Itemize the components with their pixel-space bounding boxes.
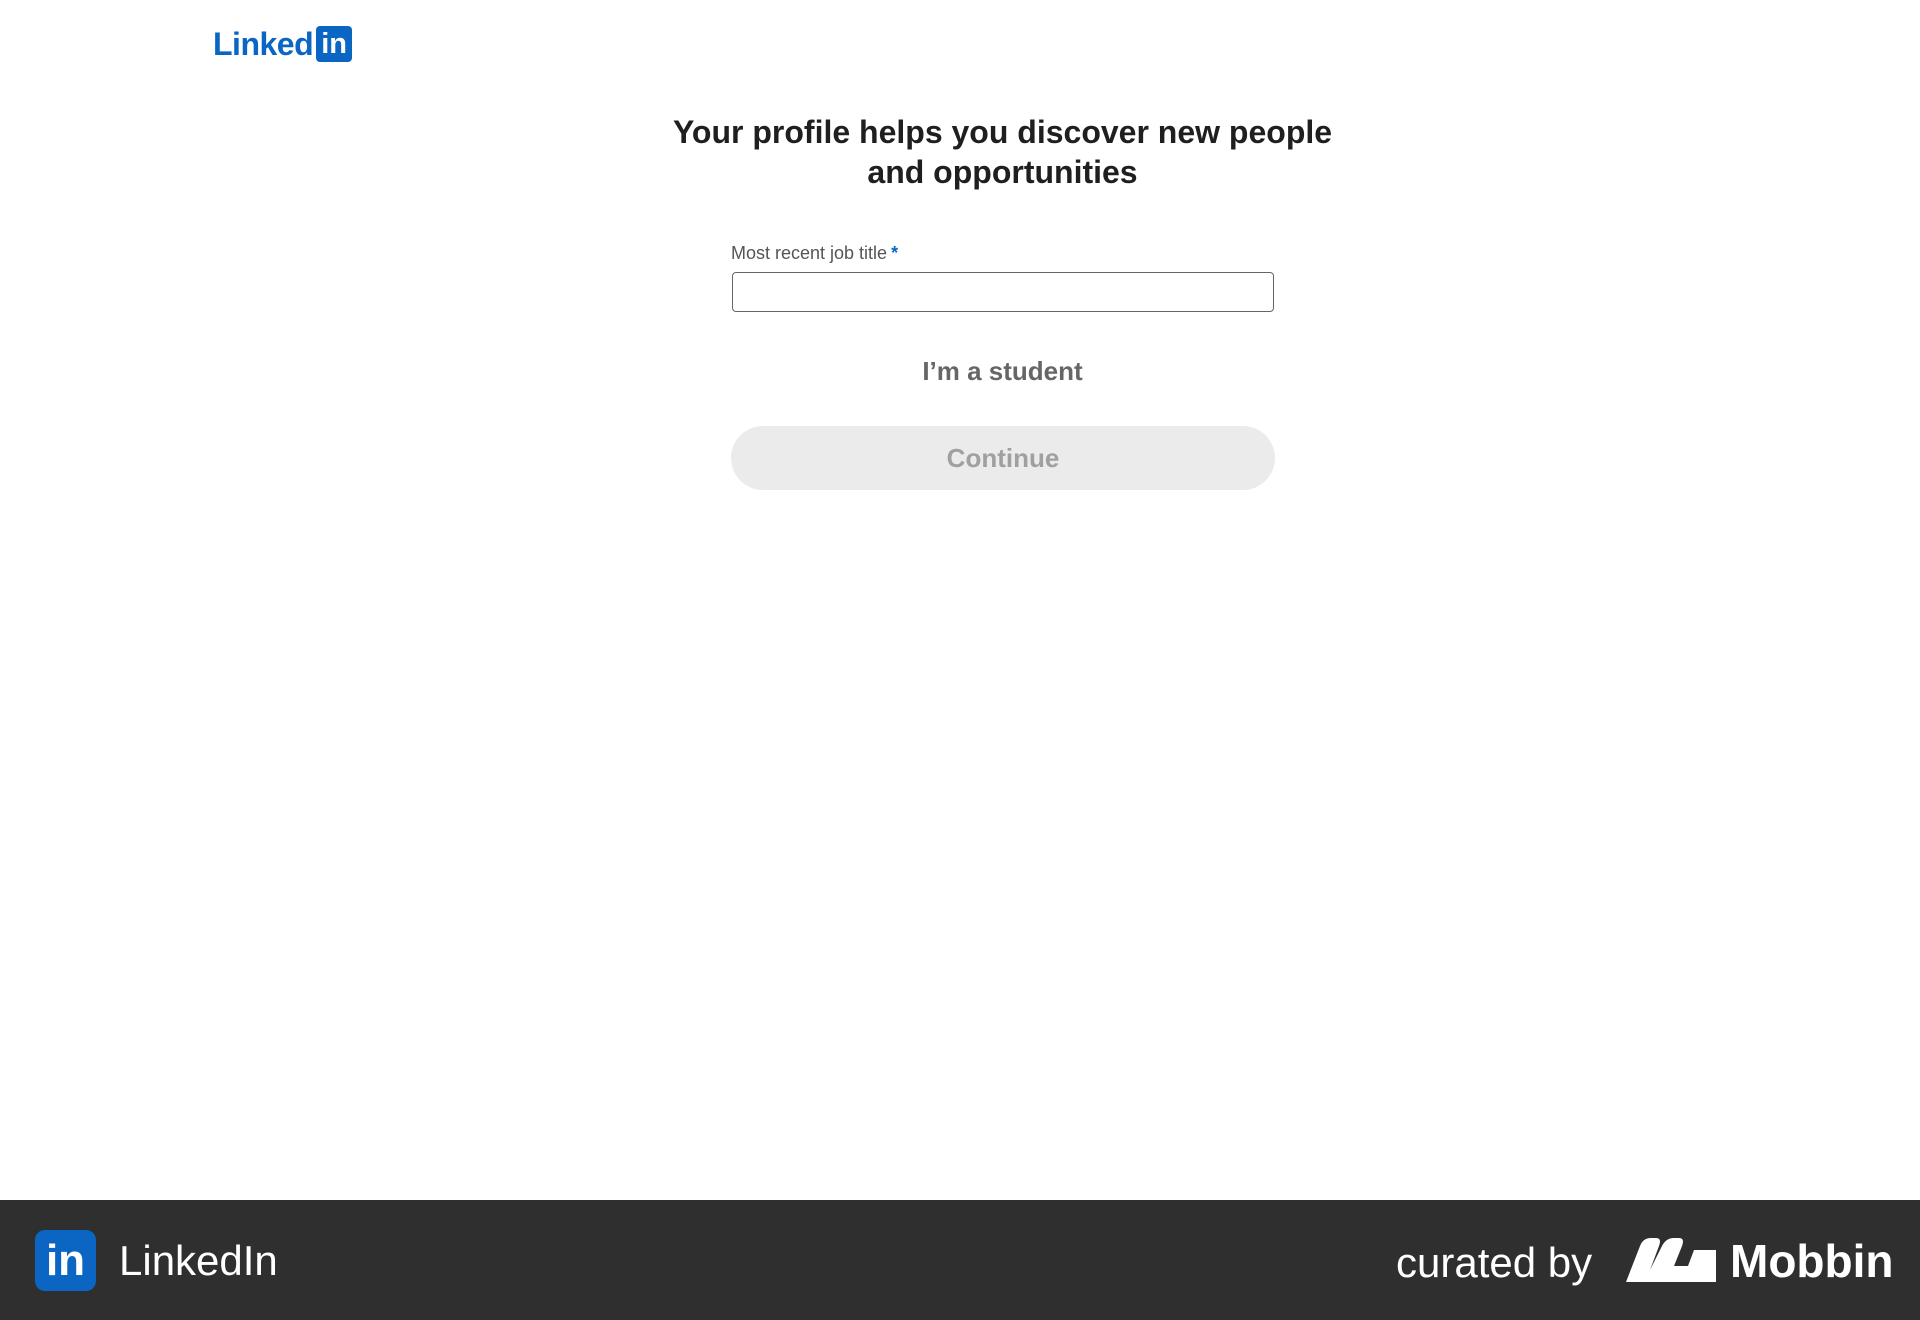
student-link[interactable]: I’m a student <box>731 356 1274 386</box>
continue-button[interactable]: Continue <box>731 426 1275 490</box>
linkedin-app-icon: in <box>35 1230 96 1291</box>
footer-app-name: LinkedIn <box>119 1237 278 1284</box>
job-title-label-text: Most recent job title <box>731 243 888 263</box>
job-title-label: Most recent job title * <box>731 240 1274 266</box>
logo-word: Linked <box>213 26 314 62</box>
footer-curated-by: curated by <box>1396 1239 1593 1286</box>
logo-in-box: in <box>316 26 353 62</box>
footer-banner: in LinkedIn curated by Mobbin <box>0 1200 1920 1320</box>
required-mark: * <box>891 243 899 263</box>
page-title-text: Your profile helps you discover new peop… <box>672 114 1333 190</box>
job-title-form: Most recent job title * I’m a student Con… <box>731 240 1275 490</box>
mobbin-logo-icon <box>1626 1238 1716 1282</box>
page-title: Your profile helps you discover new peop… <box>0 112 1920 192</box>
job-title-input[interactable] <box>732 272 1274 312</box>
main-content: Linked in Your profile helps you discove… <box>0 0 1920 1200</box>
footer-brand-name: Mobbin <box>1730 1235 1894 1287</box>
linkedin-logo-icon[interactable]: Linked in <box>213 26 353 62</box>
